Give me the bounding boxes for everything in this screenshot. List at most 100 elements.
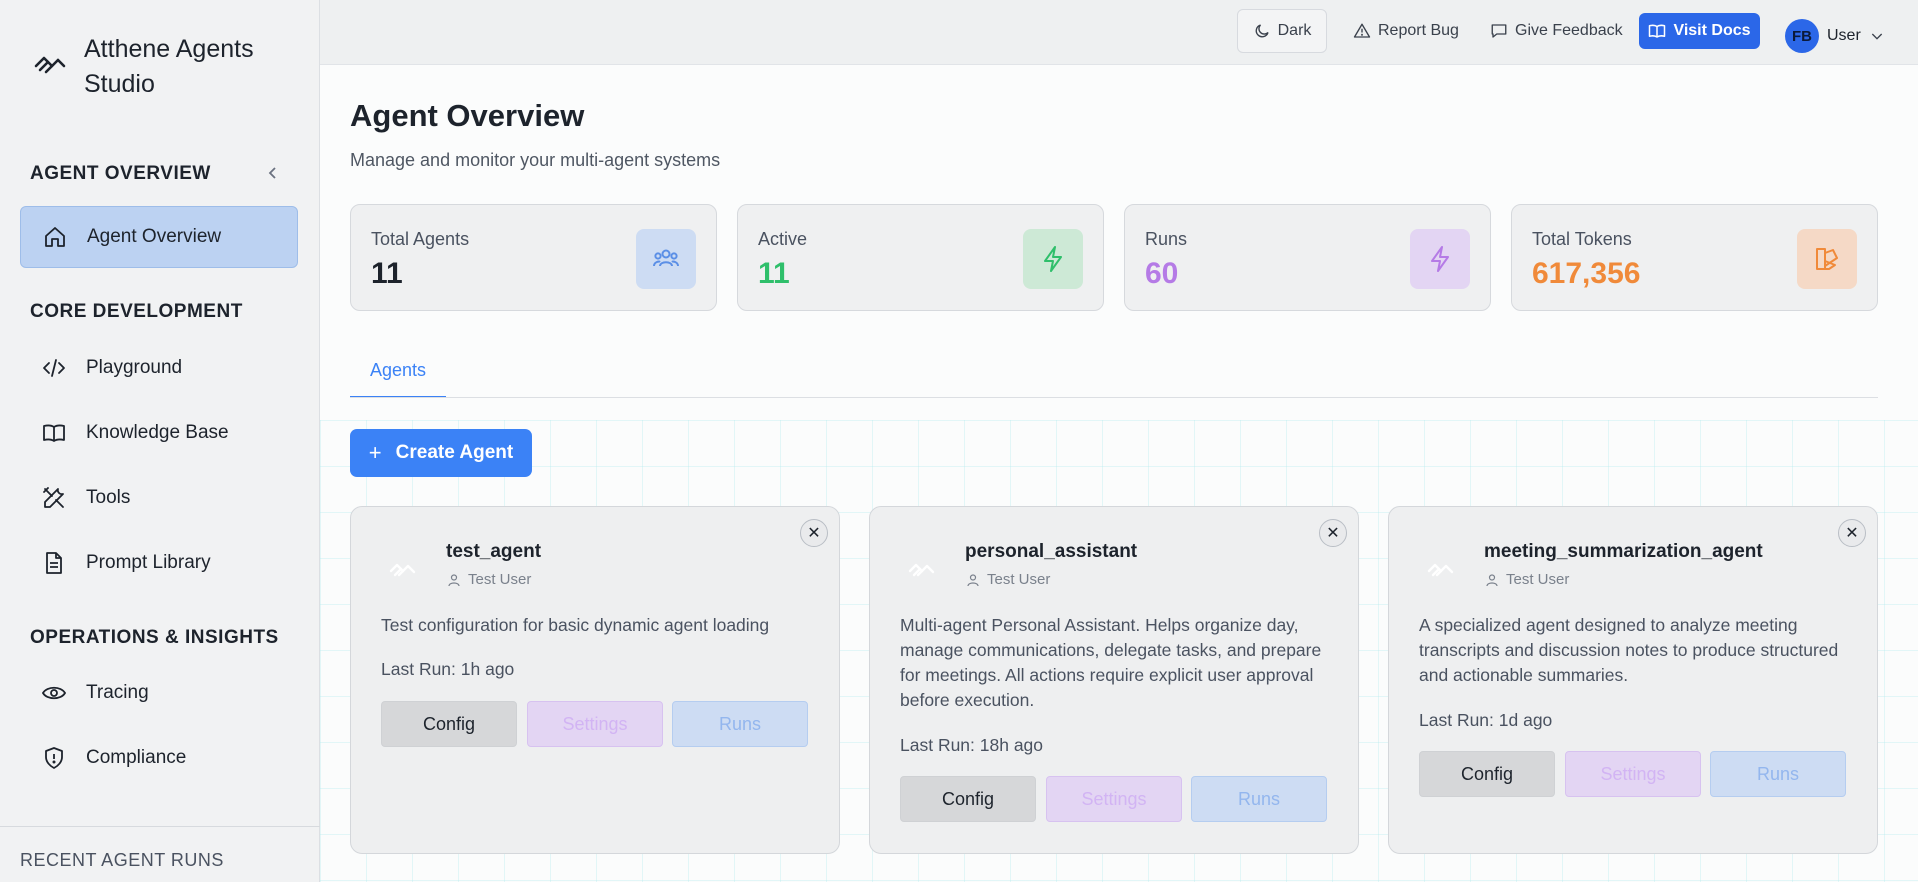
user-menu[interactable]: FB User xyxy=(1785,14,1892,58)
close-icon[interactable]: ✕ xyxy=(1319,519,1347,547)
brand[interactable]: Atthene Agents Studio xyxy=(30,32,304,102)
agent-owner: Test User xyxy=(447,571,531,588)
sidebar-item-agent-overview[interactable]: Agent Overview xyxy=(20,206,298,268)
sidebar-item-label: Agent Overview xyxy=(87,226,222,247)
warning-icon xyxy=(1353,23,1371,38)
user-icon xyxy=(1486,573,1498,586)
code-icon xyxy=(43,359,65,377)
sidebar-item-label: Knowledge Base xyxy=(86,422,229,443)
agent-name: personal_assistant xyxy=(965,541,1138,562)
sidebar: Atthene Agents Studio AGENT OVERVIEW Age… xyxy=(0,0,320,882)
stat-card-runs: Runs 60 xyxy=(1124,204,1491,311)
sidebar-item-label: Prompt Library xyxy=(86,552,211,573)
give-feedback-button[interactable]: Give Feedback xyxy=(1490,9,1623,53)
agent-logo-icon xyxy=(1427,563,1454,577)
report-bug-label: Report Bug xyxy=(1378,22,1459,39)
agent-card[interactable]: ✕ test_agent Test User Test configuratio… xyxy=(350,506,840,854)
agent-card[interactable]: ✕ personal_assistant Test User Multi-age… xyxy=(869,506,1359,854)
chat-icon xyxy=(1491,24,1507,38)
stat-label: Active xyxy=(758,229,808,249)
chevron-left-icon xyxy=(268,167,276,179)
config-button[interactable]: Config xyxy=(381,701,517,747)
close-icon[interactable]: ✕ xyxy=(800,519,828,547)
document-icon xyxy=(46,552,62,574)
sidebar-item-compliance[interactable]: Compliance xyxy=(20,727,298,789)
user-name: User xyxy=(1827,27,1861,44)
agent-name: meeting_summarization_agent xyxy=(1484,541,1763,562)
bolt-icon xyxy=(1410,229,1470,289)
sidebar-item-label: Tracing xyxy=(86,682,149,703)
avatar: FB xyxy=(1785,19,1819,53)
agent-last-run: Last Run: 1h ago xyxy=(381,659,515,679)
sidebar-item-prompt-library[interactable]: Prompt Library xyxy=(20,532,298,594)
settings-button[interactable]: Settings xyxy=(1565,751,1701,797)
tab-divider xyxy=(350,397,1878,398)
close-icon[interactable]: ✕ xyxy=(1838,519,1866,547)
agent-description: Multi-agent Personal Assistant. Helps or… xyxy=(900,615,1322,710)
agent-description: Test configuration for basic dynamic age… xyxy=(381,615,770,635)
user-icon xyxy=(967,573,979,586)
stat-card-total-agents: Total Agents 11 xyxy=(350,204,717,311)
stat-label: Runs xyxy=(1145,229,1188,249)
agent-logo-icon xyxy=(389,563,416,577)
bolt-icon xyxy=(1023,229,1083,289)
home-icon xyxy=(45,227,65,247)
agent-card[interactable]: ✕ meeting_summarization_agent Test User … xyxy=(1388,506,1878,854)
agent-owner: Test User xyxy=(1485,571,1569,588)
page-subtitle: Manage and monitor your multi-agent syst… xyxy=(350,150,721,170)
agent-owner-name: Test User xyxy=(468,571,532,588)
runs-button[interactable]: Runs xyxy=(672,701,808,747)
stat-card-total-tokens: Total Tokens 617,356 xyxy=(1511,204,1878,311)
sidebar-item-label: Playground xyxy=(86,357,183,378)
runs-button[interactable]: Runs xyxy=(1191,776,1327,822)
book-icon xyxy=(43,424,65,442)
agent-name: test_agent xyxy=(446,541,542,562)
users-icon xyxy=(636,229,696,289)
sidebar-item-tracing[interactable]: Tracing xyxy=(20,662,298,724)
stat-label: Total Tokens xyxy=(1532,229,1632,249)
divider xyxy=(0,826,320,827)
agent-owner-name: Test User xyxy=(1506,571,1570,588)
section-label-agent-overview: AGENT OVERVIEW xyxy=(30,163,211,184)
create-agent-label: Create Agent xyxy=(395,442,514,463)
give-feedback-label: Give Feedback xyxy=(1515,22,1623,39)
topbar: Dark Report Bug Give Feedback Visit Docs… xyxy=(320,0,1918,65)
app-title: Atthene Agents Studio xyxy=(84,35,254,98)
stat-value: 60 xyxy=(1145,257,1179,290)
dark-mode-label: Dark xyxy=(1277,22,1312,39)
stat-value: 617,356 xyxy=(1532,257,1641,290)
plus-icon: + xyxy=(368,440,382,465)
eye-icon xyxy=(42,686,66,700)
collapse-sidebar-button[interactable] xyxy=(262,162,284,184)
section-label-operations: OPERATIONS & INSIGHTS xyxy=(30,627,279,648)
report-bug-button[interactable]: Report Bug xyxy=(1353,9,1459,53)
visit-docs-label: Visit Docs xyxy=(1673,22,1751,39)
config-button[interactable]: Config xyxy=(900,776,1036,822)
chevron-down-icon xyxy=(1871,33,1882,40)
tab-agents[interactable]: Agents xyxy=(350,360,446,398)
sidebar-item-playground[interactable]: Playground xyxy=(20,337,298,399)
token-icon xyxy=(1797,229,1857,289)
agent-owner: Test User xyxy=(966,571,1050,588)
create-agent-button[interactable]: + Create Agent xyxy=(350,429,532,477)
stat-label: Total Agents xyxy=(371,229,470,249)
config-button[interactable]: Config xyxy=(1419,751,1555,797)
sidebar-item-knowledge-base[interactable]: Knowledge Base xyxy=(20,402,298,464)
book-icon xyxy=(1649,24,1666,38)
sidebar-item-label: Compliance xyxy=(86,747,187,768)
stat-value: 11 xyxy=(758,257,790,290)
stat-value: 11 xyxy=(371,257,403,290)
settings-button[interactable]: Settings xyxy=(1046,776,1182,822)
dark-mode-button[interactable]: Dark xyxy=(1237,9,1327,53)
user-icon xyxy=(448,573,460,586)
agent-description: A specialized agent designed to analyze … xyxy=(1419,615,1839,685)
settings-button[interactable]: Settings xyxy=(527,701,663,747)
agent-owner-name: Test User xyxy=(987,571,1051,588)
main-content: Dark Report Bug Give Feedback Visit Docs… xyxy=(320,0,1918,882)
section-label-core-development: CORE DEVELOPMENT xyxy=(30,301,243,322)
sidebar-item-tools[interactable]: Tools xyxy=(20,467,298,529)
visit-docs-button[interactable]: Visit Docs xyxy=(1639,13,1760,49)
runs-button[interactable]: Runs xyxy=(1710,751,1846,797)
stat-card-active: Active 11 xyxy=(737,204,1104,311)
atthene-logo-icon xyxy=(34,56,66,74)
